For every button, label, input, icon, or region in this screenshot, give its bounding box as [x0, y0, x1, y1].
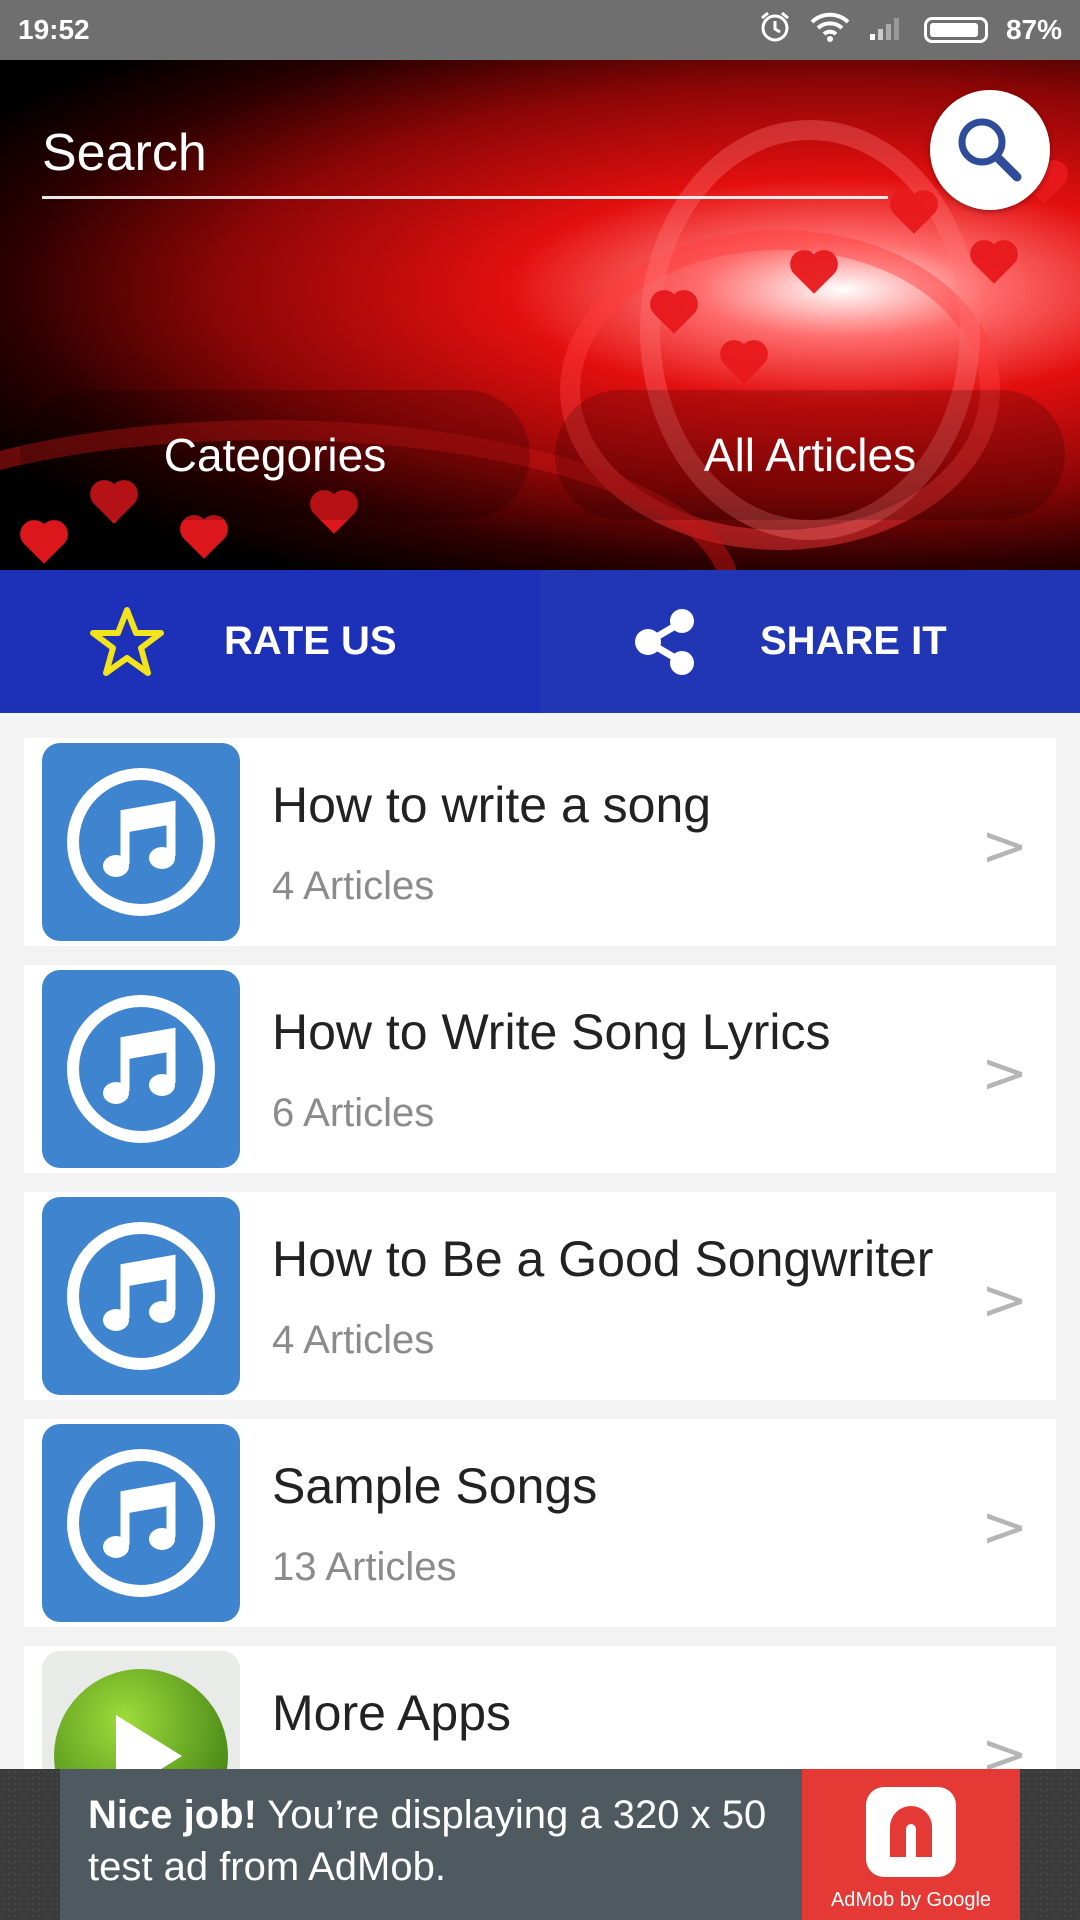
share-icon: [635, 608, 694, 675]
ad-content[interactable]: Nice job! You’re displaying a 320 x 50 t…: [60, 1769, 1020, 1920]
star-icon: [90, 606, 164, 676]
status-icons: 87%: [758, 10, 1062, 51]
list-item[interactable]: How to Write Song Lyrics 6 Articles >: [24, 965, 1056, 1173]
battery-icon: [923, 17, 988, 43]
thumbnail: [42, 743, 240, 941]
rate-us-button[interactable]: RATE US: [0, 570, 540, 713]
chevron-right-icon: >: [981, 814, 1028, 879]
share-it-button[interactable]: SHARE IT: [540, 570, 1080, 713]
list-item[interactable]: How to write a song 4 Articles >: [24, 738, 1056, 946]
search-icon: [958, 118, 1022, 182]
item-count: 6 Articles: [272, 1091, 435, 1135]
ad-banner[interactable]: Nice job! You’re displaying a 320 x 50 t…: [0, 1769, 1080, 1920]
heart-decoration: [974, 244, 1014, 284]
ad-headline: Nice job!: [88, 1793, 257, 1837]
ad-brand: AdMob by Google: [830, 1889, 992, 1911]
share-it-label: SHARE IT: [760, 619, 947, 663]
item-title: Sample Songs: [272, 1458, 598, 1514]
alarm-icon: [758, 10, 792, 51]
chevron-right-icon: >: [981, 1041, 1028, 1106]
search-button[interactable]: [930, 90, 1050, 210]
signal-icon: [868, 12, 906, 49]
status-bar: 19:52 87%: [0, 0, 1080, 60]
search-input[interactable]: Search: [42, 110, 888, 199]
thumbnail: [42, 1197, 240, 1395]
tab-categories-label: Categories: [163, 429, 387, 481]
list-item[interactable]: How to Be a Good Songwriter 4 Articles >: [24, 1192, 1056, 1400]
item-count: 4 Articles: [272, 1318, 435, 1362]
hero-banner: Search Categories All Articles: [0, 60, 1080, 570]
item-title: More Apps: [272, 1685, 512, 1741]
list-item[interactable]: Sample Songs 13 Articles >: [24, 1419, 1056, 1627]
item-count: 4 Articles: [272, 864, 435, 908]
music-note-icon: [67, 995, 215, 1143]
wifi-icon: [810, 11, 850, 50]
action-bar: RATE US SHARE IT: [0, 570, 1080, 713]
tab-all-articles[interactable]: All Articles: [555, 390, 1065, 520]
admob-icon: [866, 1787, 956, 1877]
tab-categories[interactable]: Categories: [20, 390, 530, 520]
thumbnail: [42, 970, 240, 1168]
ad-text: Nice job! You’re displaying a 320 x 50 t…: [88, 1789, 788, 1893]
music-note-icon: [67, 1222, 215, 1370]
item-title: How to write a song: [272, 777, 712, 833]
chevron-right-icon: >: [981, 1495, 1028, 1560]
music-note-icon: [67, 1449, 215, 1597]
music-note-icon: [67, 768, 215, 916]
item-title: How to Write Song Lyrics: [272, 1004, 831, 1060]
status-time: 19:52: [18, 14, 90, 45]
admob-logo: AdMob by Google: [802, 1769, 1020, 1920]
item-title: How to Be a Good Songwriter: [272, 1231, 934, 1287]
category-list: How to write a song 4 Articles > How to …: [24, 738, 1056, 1873]
tab-all-articles-label: All Articles: [703, 429, 917, 481]
rate-us-label: RATE US: [224, 619, 397, 663]
chevron-right-icon: >: [981, 1268, 1028, 1333]
item-count: 13 Articles: [272, 1545, 457, 1589]
thumbnail: [42, 1424, 240, 1622]
battery-level: 87%: [1005, 14, 1062, 45]
